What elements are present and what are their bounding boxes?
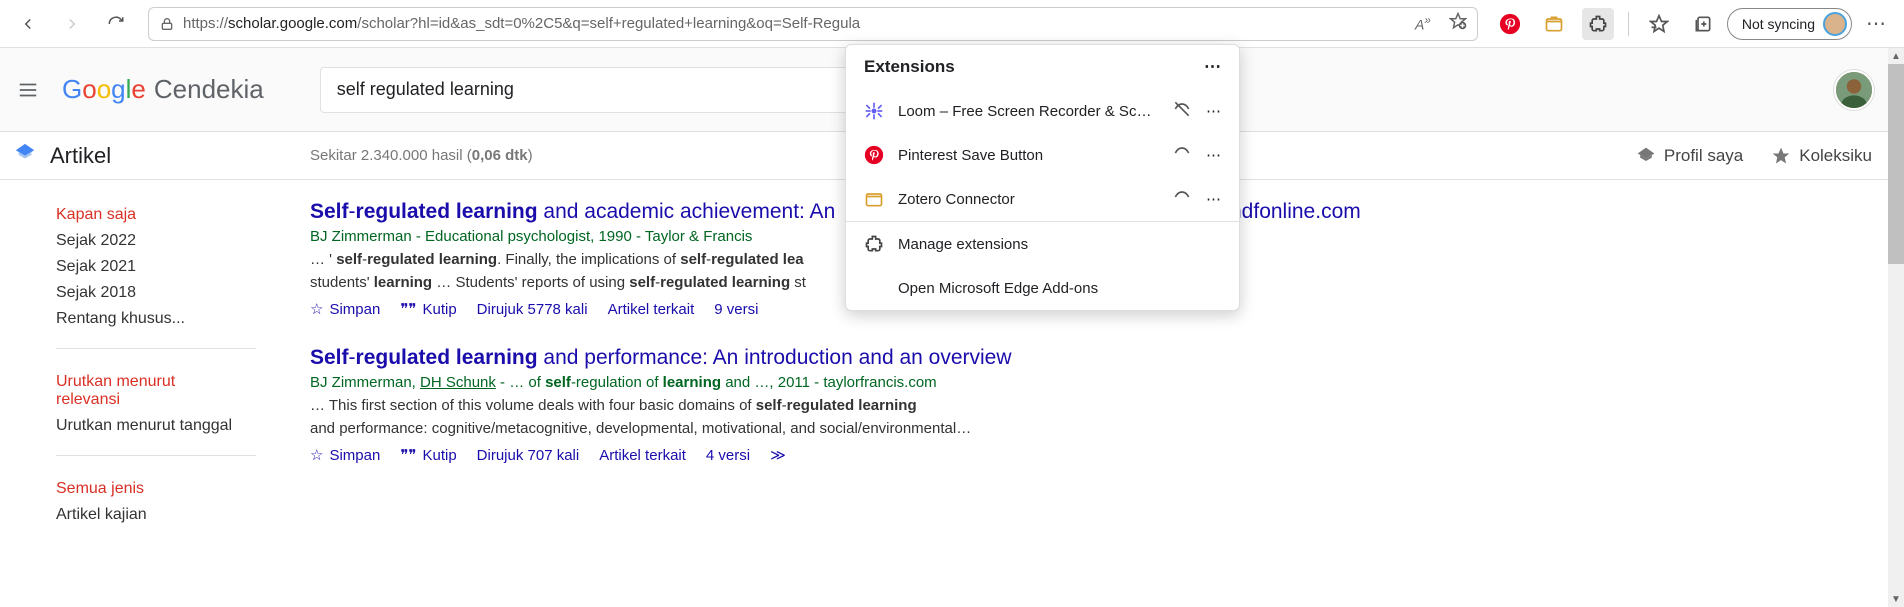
manage-label: Manage extensions: [898, 236, 1028, 253]
articles-label: Artikel: [50, 143, 111, 169]
extension-item[interactable]: Pinterest Save Button ⋯: [846, 133, 1239, 177]
related-articles[interactable]: Artikel terkait: [599, 447, 686, 464]
extensions-button[interactable]: [1578, 4, 1618, 44]
sidebar-item[interactable]: Sejak 2022: [56, 228, 256, 254]
sync-status[interactable]: Not syncing: [1727, 8, 1852, 40]
extension-more-icon[interactable]: ⋯: [1206, 146, 1221, 164]
puzzle-icon: [864, 234, 884, 254]
sidebar-item[interactable]: Sejak 2018: [56, 280, 256, 306]
favorite-icon[interactable]: [1449, 12, 1467, 35]
scroll-down-icon[interactable]: ▼: [1888, 591, 1904, 607]
versions[interactable]: 4 versi: [706, 447, 750, 464]
address-bar[interactable]: https://scholar.google.com/scholar?hl=id…: [148, 7, 1478, 41]
reader-mode-icon[interactable]: A»: [1415, 14, 1431, 33]
user-avatar[interactable]: [1834, 70, 1874, 110]
zotero-ext-icon[interactable]: [1534, 4, 1574, 44]
eye-icon[interactable]: [1172, 143, 1192, 167]
sidebar-item[interactable]: Semua jenis: [56, 476, 256, 502]
scroll-up-icon[interactable]: ▲: [1888, 48, 1904, 64]
extension-name: Pinterest Save Button: [898, 147, 1158, 164]
favorites-icon[interactable]: [1639, 4, 1679, 44]
source-link[interactable]: ndfonline.com: [1230, 200, 1361, 224]
sidebar-item[interactable]: Sejak 2021: [56, 254, 256, 280]
versions[interactable]: 9 versi: [714, 301, 758, 318]
url-text: https://scholar.google.com/scholar?hl=id…: [183, 15, 1407, 32]
refresh-button[interactable]: [96, 4, 136, 44]
cite-action[interactable]: ❞❞Kutip: [400, 300, 456, 318]
my-library-link[interactable]: Koleksiku: [1771, 146, 1872, 166]
related-articles[interactable]: Artikel terkait: [608, 301, 695, 318]
save-action[interactable]: ☆Simpan: [310, 446, 380, 464]
scholar-name: Cendekia: [154, 74, 264, 105]
menu-icon[interactable]: [10, 72, 46, 108]
menu-button[interactable]: ⋯: [1856, 4, 1896, 44]
browser-toolbar: https://scholar.google.com/scholar?hl=id…: [0, 0, 1904, 48]
zotero-icon: [864, 189, 884, 209]
result-title[interactable]: Self-regulated learning and performance:…: [310, 346, 1410, 370]
pinterest-icon: [864, 145, 884, 165]
sidebar: Kapan saja Sejak 2022 Sejak 2021 Sejak 2…: [0, 180, 300, 564]
articles-icon: [14, 142, 36, 169]
cited-by[interactable]: Dirujuk 707 kali: [477, 447, 580, 464]
result-count: Sekitar 2.340.000 hasil (0,06 dtk): [310, 147, 533, 164]
eye-off-icon[interactable]: [1172, 99, 1192, 123]
extension-more-icon[interactable]: ⋯: [1206, 190, 1221, 208]
cited-by[interactable]: Dirujuk 5778 kali: [477, 301, 588, 318]
sidebar-item[interactable]: Artikel kajian: [56, 502, 256, 528]
sidebar-item[interactable]: Kapan saja: [56, 202, 256, 228]
lock-icon: [159, 16, 175, 32]
result-snippet: … This first section of this volume deal…: [310, 395, 1410, 440]
extensions-title: Extensions: [864, 57, 955, 77]
forward-button: [52, 4, 92, 44]
sidebar-item[interactable]: Urutkan menurut tanggal: [56, 413, 256, 439]
loom-icon: [864, 101, 884, 121]
sync-label: Not syncing: [1742, 16, 1815, 32]
extension-item[interactable]: Loom – Free Screen Recorder & Sc… ⋯: [846, 89, 1239, 133]
scholar-logo[interactable]: Google Cendekia: [62, 74, 264, 105]
extension-item[interactable]: Zotero Connector ⋯: [846, 177, 1239, 221]
result-meta: BJ Zimmerman, DH Schunk - … of self-regu…: [310, 374, 1410, 391]
search-result: Self-regulated learning and performance:…: [310, 346, 1410, 464]
extension-name: Loom – Free Screen Recorder & Sc…: [898, 103, 1158, 120]
manage-extensions[interactable]: Manage extensions: [846, 222, 1239, 266]
more-icon[interactable]: ≫: [770, 446, 786, 464]
sidebar-item[interactable]: Rentang khusus...: [56, 306, 256, 332]
my-profile-link[interactable]: Profil saya: [1636, 146, 1743, 166]
pinterest-ext-icon[interactable]: [1490, 4, 1530, 44]
addons-label: Open Microsoft Edge Add-ons: [898, 280, 1098, 297]
vertical-scrollbar[interactable]: ▲ ▼: [1888, 48, 1904, 607]
save-action[interactable]: ☆Simpan: [310, 300, 380, 318]
divider: [1628, 12, 1629, 36]
extensions-more-icon[interactable]: ⋯: [1204, 57, 1221, 77]
back-button[interactable]: [8, 4, 48, 44]
extensions-dropdown: Extensions ⋯ Loom – Free Screen Recorder…: [845, 44, 1240, 311]
eye-icon[interactable]: [1172, 187, 1192, 211]
blank-icon: [864, 278, 884, 298]
open-addons[interactable]: Open Microsoft Edge Add-ons: [846, 266, 1239, 310]
scroll-thumb[interactable]: [1888, 64, 1904, 264]
sidebar-item[interactable]: Urutkan menurut relevansi: [56, 369, 216, 413]
extension-more-icon[interactable]: ⋯: [1206, 102, 1221, 120]
profile-avatar-icon: [1823, 12, 1847, 36]
collections-icon[interactable]: [1683, 4, 1723, 44]
cite-action[interactable]: ❞❞Kutip: [400, 446, 456, 464]
extension-name: Zotero Connector: [898, 191, 1158, 208]
